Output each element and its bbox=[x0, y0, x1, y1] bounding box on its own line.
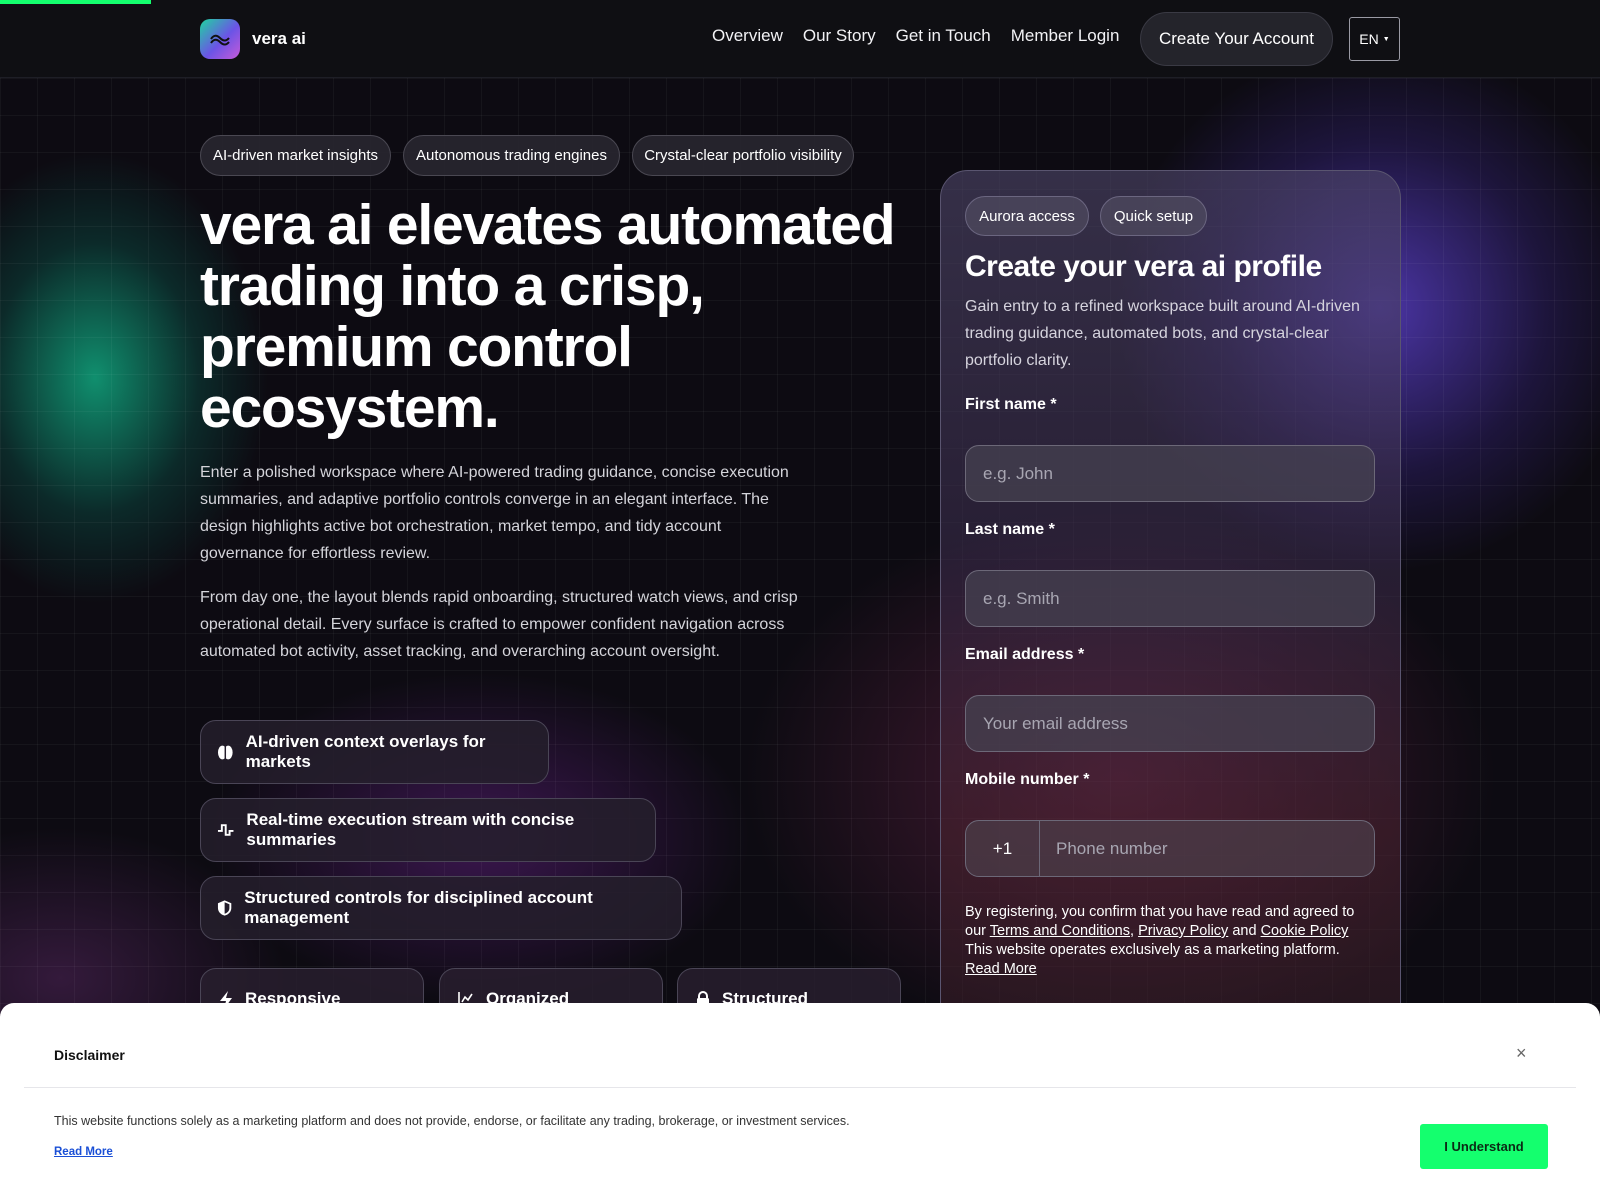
language-selector[interactable]: EN ▼ bbox=[1349, 17, 1400, 61]
last-name-input[interactable] bbox=[965, 570, 1375, 627]
card-chip-quick-setup: Quick setup bbox=[1100, 196, 1207, 236]
brain-icon bbox=[217, 745, 233, 759]
phone-field: +1 bbox=[965, 820, 1375, 877]
email-label: Email address * bbox=[965, 646, 1085, 663]
shield-icon bbox=[217, 900, 232, 916]
last-name-label: Last name * bbox=[965, 521, 1055, 538]
legal-note: This website operates exclusively as a m… bbox=[965, 942, 1340, 958]
nav-member-login[interactable]: Member Login bbox=[1011, 26, 1120, 46]
feature-execution-stream: Real-time execution stream with concise … bbox=[200, 798, 656, 862]
nav-get-in-touch[interactable]: Get in Touch bbox=[896, 26, 991, 46]
brand-name: vera ai bbox=[252, 29, 306, 48]
signup-form-title: Create your vera ai profile bbox=[965, 250, 1322, 283]
hero-paragraph-1: Enter a polished workspace where AI-powe… bbox=[200, 464, 789, 562]
disclaimer-read-more-link[interactable]: Read More bbox=[54, 1146, 113, 1158]
feature-structured-controls: Structured controls for disciplined acco… bbox=[200, 876, 682, 940]
main-nav: Overview Our Story Get in Touch Member L… bbox=[712, 26, 1119, 46]
hero-paragraph-2: From day one, the layout blends rapid on… bbox=[200, 589, 798, 660]
brand-logo[interactable]: vera ai bbox=[200, 19, 306, 59]
card-chip-aurora-access: Aurora access bbox=[965, 196, 1089, 236]
feature-label: Real-time execution stream with concise … bbox=[246, 810, 575, 849]
cookie-link[interactable]: Cookie Policy bbox=[1261, 923, 1349, 939]
disclaimer-title: Disclaimer bbox=[54, 1047, 125, 1063]
hero-chip-market-insights: AI-driven market insights bbox=[200, 135, 391, 176]
disclaimer-banner: Disclaimer × This website functions sole… bbox=[0, 1003, 1600, 1200]
disclaimer-text: This website functions solely as a marke… bbox=[54, 1114, 850, 1128]
disclaimer-divider bbox=[24, 1087, 1576, 1088]
hero-chip-portfolio-visibility: Crystal-clear portfolio visibility bbox=[632, 135, 854, 176]
feature-context-overlays: AI-driven context overlays for markets bbox=[200, 720, 549, 784]
legal-notice: By registering, you confirm that you hav… bbox=[965, 903, 1375, 979]
close-icon[interactable]: × bbox=[1516, 1043, 1527, 1064]
phone-input[interactable] bbox=[1040, 821, 1374, 876]
legal-and: and bbox=[1232, 923, 1257, 939]
top-navbar: vera ai Overview Our Story Get in Touch … bbox=[0, 0, 1600, 78]
country-code-selector[interactable]: +1 bbox=[966, 821, 1040, 876]
pulse-icon bbox=[217, 824, 234, 836]
first-name-input[interactable] bbox=[965, 445, 1375, 502]
first-name-label: First name * bbox=[965, 396, 1057, 413]
feature-label: Structured controls for disciplined acco… bbox=[244, 888, 593, 927]
hero-title: vera ai elevates automated trading into … bbox=[200, 193, 896, 440]
mobile-label: Mobile number * bbox=[965, 771, 1090, 788]
legal-read-more-link[interactable]: Read More bbox=[965, 961, 1037, 977]
hero-chip-trading-engines: Autonomous trading engines bbox=[403, 135, 620, 176]
logo-wave-icon bbox=[200, 19, 240, 59]
feature-label: AI-driven context overlays for markets bbox=[245, 732, 486, 771]
signup-form-subtitle: Gain entry to a refined workspace built … bbox=[965, 298, 1360, 369]
terms-link[interactable]: Terms and Conditions bbox=[990, 923, 1130, 939]
create-account-button[interactable]: Create Your Account bbox=[1140, 12, 1333, 66]
i-understand-button[interactable]: I Understand bbox=[1420, 1124, 1548, 1169]
chevron-down-icon: ▼ bbox=[1382, 35, 1390, 43]
nav-overview[interactable]: Overview bbox=[712, 26, 783, 46]
privacy-link[interactable]: Privacy Policy bbox=[1138, 923, 1228, 939]
email-input[interactable] bbox=[965, 695, 1375, 752]
language-label: EN bbox=[1359, 31, 1379, 47]
legal-comma: , bbox=[1130, 923, 1135, 939]
nav-our-story[interactable]: Our Story bbox=[803, 26, 876, 46]
page-progress-bar bbox=[0, 0, 151, 4]
